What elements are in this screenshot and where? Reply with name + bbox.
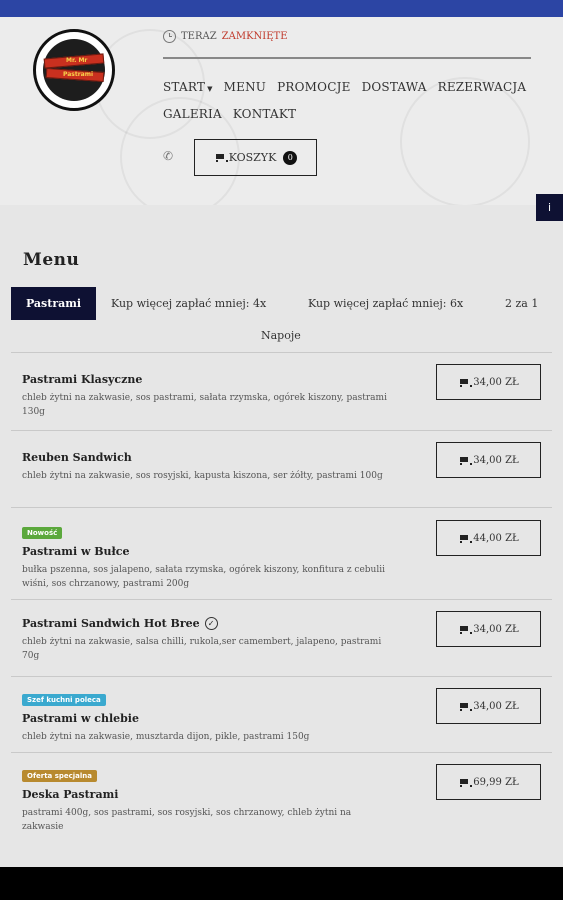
site-header: Mr. Mr Pastrami TERAZ ZAMKNIĘTE START ▼ M…: [0, 17, 563, 205]
menu-item: Pastrami Sandwich Hot Bree ✓ chleb żytni…: [11, 599, 552, 676]
tab-napoje[interactable]: Napoje: [261, 329, 301, 342]
logo-text-line2: Pastrami: [63, 71, 94, 78]
cart-icon: [458, 534, 473, 543]
menu-item: Szef kuchni poleca Pastrami w chlebie ch…: [11, 676, 552, 752]
add-to-cart-button[interactable]: 34,00 ZŁ: [436, 688, 541, 724]
add-to-cart-button[interactable]: 34,00 ZŁ: [436, 364, 541, 400]
menu-item-description: pastrami 400g, sos pastrami, sos rosyjsk…: [22, 808, 352, 833]
tab-kup-wiecej-4x[interactable]: Kup więcej zapłać mniej: 4x: [111, 287, 266, 320]
nav-item-promocje[interactable]: PROMOCJE: [277, 80, 350, 94]
menu-category-tabs: Pastrami Kup więcej zapłać mniej: 4x Kup…: [11, 287, 563, 321]
cart-icon: [214, 153, 228, 162]
cart-button[interactable]: KOSZYK 0: [194, 139, 317, 176]
new-badge: Nowość: [22, 527, 63, 539]
menu-item-description: chleb żytni na zakwasie, salsa chilli, r…: [22, 637, 382, 662]
phone-icon[interactable]: ✆: [163, 149, 177, 163]
main-navigation: START ▼ MENU PROMOCJE DOSTAWA REZERWACJA …: [163, 80, 543, 134]
menu-item: Reuben Sandwich chleb żytni na zakwasie,…: [11, 430, 552, 507]
clock-icon: [163, 30, 176, 43]
menu-items-list: Pastrami Klasyczne chleb żytni na zakwas…: [11, 352, 552, 842]
header-divider: [163, 57, 531, 59]
chevron-down-icon: ▼: [207, 85, 213, 93]
menu-item: Nowość Pastrami w Bułce bułka pszenna, s…: [11, 507, 552, 599]
menu-item: Oferta specjalna Deska Pastrami pastrami…: [11, 752, 552, 842]
cart-label: KOSZYK: [228, 151, 277, 164]
cart-icon: [458, 778, 473, 787]
menu-item-description: bułka pszenna, sos jalapeno, sałata rzym…: [22, 565, 385, 590]
menu-item-price: 34,00 ZŁ: [473, 454, 519, 466]
status-prefix: TERAZ: [181, 31, 217, 42]
menu-item-description: chleb żytni na zakwasie, musztarda dijon…: [22, 732, 310, 742]
nav-item-rezerwacja[interactable]: REZERWACJA: [438, 80, 527, 94]
menu-item-name: Pastrami Sandwich Hot Bree: [22, 617, 200, 630]
tab-2-za-1[interactable]: 2 za 1: [505, 287, 538, 320]
menu-item-description: chleb żytni na zakwasie, sos rosyjski, k…: [22, 471, 383, 481]
tab-kup-wiecej-6x[interactable]: Kup więcej zapłać mniej: 6x: [308, 287, 463, 320]
add-to-cart-button[interactable]: 34,00 ZŁ: [436, 442, 541, 478]
info-icon[interactable]: i: [536, 194, 563, 221]
nav-item-menu[interactable]: MENU: [224, 80, 266, 94]
status-state: ZAMKNIĘTE: [221, 31, 288, 42]
tab-pastrami[interactable]: Pastrami: [11, 287, 96, 320]
menu-item-price: 44,00 ZŁ: [473, 532, 519, 544]
logo-text-line1: Mr. Mr: [66, 57, 88, 64]
cart-count-badge: 0: [283, 150, 298, 165]
menu-section: Menu Pastrami Kup więcej zapłać mniej: 4…: [0, 205, 563, 867]
chef-recommends-badge: Szef kuchni poleca: [22, 694, 106, 706]
menu-item: Pastrami Klasyczne chleb żytni na zakwas…: [11, 352, 552, 430]
menu-item-price: 34,00 ZŁ: [473, 700, 519, 712]
top-accent-bar: [0, 0, 563, 17]
add-to-cart-button[interactable]: 44,00 ZŁ: [436, 520, 541, 556]
cart-icon: [458, 625, 473, 634]
nav-item-galeria[interactable]: GALERIA: [163, 107, 222, 121]
menu-title: Menu: [23, 250, 80, 270]
cart-icon: [458, 702, 473, 711]
add-to-cart-button[interactable]: 34,00 ZŁ: [436, 611, 541, 647]
menu-item-price: 69,99 ZŁ: [473, 776, 519, 788]
menu-item-description: chleb żytni na zakwasie, sos pastrami, s…: [22, 393, 387, 418]
nav-item-start[interactable]: START ▼: [163, 80, 213, 94]
add-to-cart-button[interactable]: 69,99 ZŁ: [436, 764, 541, 800]
nav-item-dostawa[interactable]: DOSTAWA: [362, 80, 427, 94]
menu-item-price: 34,00 ZŁ: [473, 623, 519, 635]
opening-status: TERAZ ZAMKNIĘTE: [163, 30, 288, 43]
cart-icon: [458, 378, 473, 387]
hot-spicy-icon: ✓: [204, 617, 218, 630]
menu-item-price: 34,00 ZŁ: [473, 376, 519, 388]
special-offer-badge: Oferta specjalna: [22, 770, 98, 782]
cart-icon: [458, 456, 473, 465]
restaurant-logo[interactable]: Mr. Mr Pastrami: [33, 29, 115, 111]
nav-item-kontakt[interactable]: KONTAKT: [233, 107, 296, 121]
